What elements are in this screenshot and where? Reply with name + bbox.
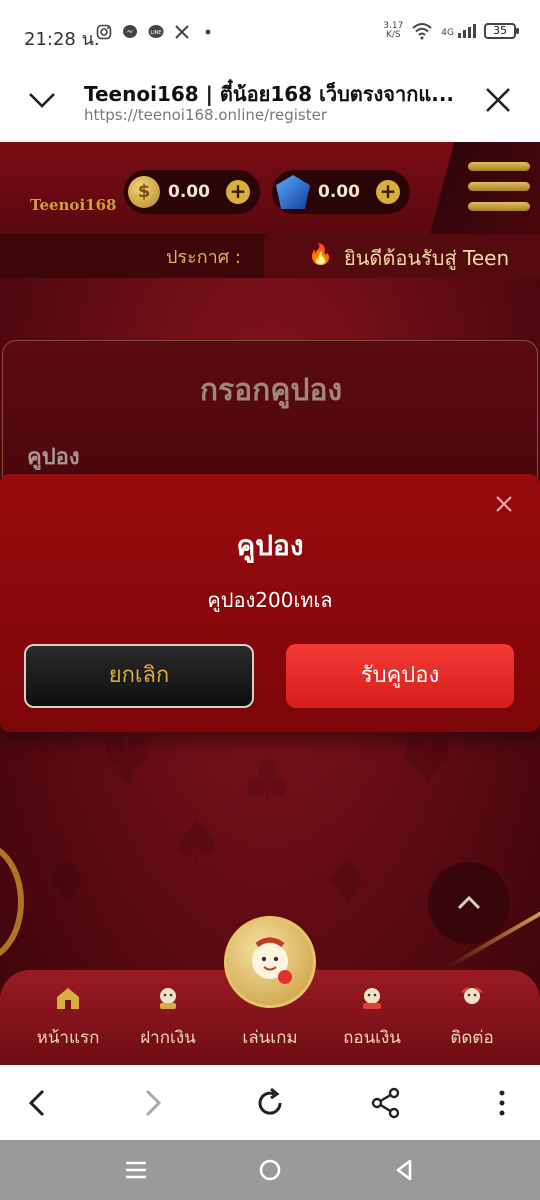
back-icon[interactable]: [20, 1085, 56, 1121]
nav-label-withdraw: ถอนเงิน: [343, 1028, 401, 1048]
contact-icon: [461, 986, 483, 1004]
gem-icon: [276, 175, 310, 209]
reload-icon[interactable]: [252, 1085, 288, 1121]
menu-icon-line: [468, 182, 530, 191]
signal-icon: 4G: [441, 24, 476, 38]
speed-unit: K/S: [385, 30, 401, 40]
cancel-button[interactable]: ยกเลิก: [24, 644, 254, 708]
dialog-title: คูปอง: [236, 529, 304, 562]
web-page: ♠ ♦ ♣ ♥ ♣ ♥ ♦ ♠ ♦ Teenoi168 $ 0.00 + 0.0…: [0, 142, 540, 1065]
gem-wallet: 0.00 +: [272, 170, 410, 214]
coin-wallet: $ 0.00 +: [124, 170, 260, 214]
instagram-icon: [96, 24, 112, 40]
wifi-icon: [412, 23, 432, 40]
x-icon: [175, 25, 189, 39]
status-bar: 21:28 น. LINE 3.17 K/S 4G 35: [0, 0, 540, 70]
svg-text:♦: ♦: [320, 847, 374, 917]
notification-icons: LINE: [96, 24, 216, 40]
share-icon[interactable]: [368, 1085, 404, 1121]
network-type: 4G: [441, 28, 454, 38]
chevron-up-icon: [457, 895, 481, 910]
coin-balance: 0.00: [168, 182, 210, 202]
page-url[interactable]: https://teenoi168.online/register: [84, 106, 327, 124]
nav-label-home: หน้าแรก: [36, 1028, 100, 1048]
announcement-label: ประกาศ :: [166, 247, 241, 268]
menu-icon-line: [468, 202, 530, 211]
svg-text:♥: ♥: [400, 727, 454, 797]
deposit-icon: [160, 988, 176, 1009]
svg-text:♦: ♦: [40, 847, 94, 917]
nav-label-deposit: ฝากเงิน: [140, 1028, 196, 1048]
line-icon: LINE: [148, 25, 164, 38]
nav-item-contact[interactable]: ติดต่อ: [418, 970, 526, 1065]
announcement-text: ยินดีต้อนรับสู่ Teen: [344, 246, 510, 270]
dialog-close-icon[interactable]: [494, 494, 514, 514]
menu-icon: [468, 162, 530, 171]
dot-icon: [205, 29, 211, 35]
back-button-icon[interactable]: [390, 1156, 418, 1184]
add-gem-button[interactable]: +: [376, 180, 400, 204]
nav-item-deposit[interactable]: ฝากเงิน: [114, 970, 222, 1065]
forward-icon[interactable]: [134, 1085, 170, 1121]
battery-level: 35: [493, 24, 507, 37]
nav-item-home[interactable]: หน้าแรก: [14, 970, 122, 1065]
gem-balance: 0.00: [318, 182, 360, 202]
play-game-button[interactable]: [224, 916, 316, 1008]
coupon-card-title: กรอกคูปอง: [199, 373, 343, 408]
close-icon[interactable]: [482, 84, 514, 116]
site-logo[interactable]: Teenoi168: [30, 196, 126, 222]
svg-text:LINE: LINE: [150, 30, 161, 36]
svg-text:♣: ♣: [240, 747, 294, 817]
home-button-icon[interactable]: [256, 1156, 284, 1184]
home-icon: [57, 988, 79, 1009]
chevron-down-icon[interactable]: [26, 84, 58, 116]
nav-label-play: เล่นเกม: [242, 1028, 298, 1048]
dialog-message: คูปอง200เทเล: [207, 588, 333, 612]
system-nav-bar: [0, 1140, 540, 1200]
add-coin-button[interactable]: +: [226, 180, 250, 204]
browser-header: Teenoi168 | ตี๋น้อย168 เว็บตรงจากแ... ht…: [0, 70, 540, 142]
accept-coupon-button[interactable]: รับคูปอง: [286, 644, 514, 708]
coin-icon: $: [128, 176, 160, 208]
messenger-icon: [123, 25, 137, 38]
svg-text:♥: ♥: [100, 727, 154, 797]
more-menu-icon[interactable]: [484, 1085, 520, 1121]
withdraw-icon: [363, 988, 381, 1009]
scroll-top-button[interactable]: [428, 862, 510, 944]
fire-icon: 🔥: [308, 242, 333, 266]
nav-label-contact: ติดต่อ: [450, 1028, 494, 1048]
network-speed: 3.17 K/S: [383, 22, 403, 40]
recent-apps-icon[interactable]: [122, 1156, 150, 1184]
coupon-dialog: คูปอง คูปอง200เทเล ยกเลิก รับคูปอง: [0, 474, 540, 732]
mascot-icon: [252, 937, 292, 984]
status-time: 21:28 น.: [24, 29, 100, 50]
coupon-field-label: คูปอง: [27, 445, 80, 470]
svg-text:♠: ♠: [170, 807, 224, 877]
nav-item-withdraw[interactable]: ถอนเงิน: [318, 970, 426, 1065]
browser-toolbar: [0, 1065, 540, 1140]
logo-text: Teenoi168: [30, 196, 117, 214]
battery-icon: 35: [484, 23, 519, 39]
